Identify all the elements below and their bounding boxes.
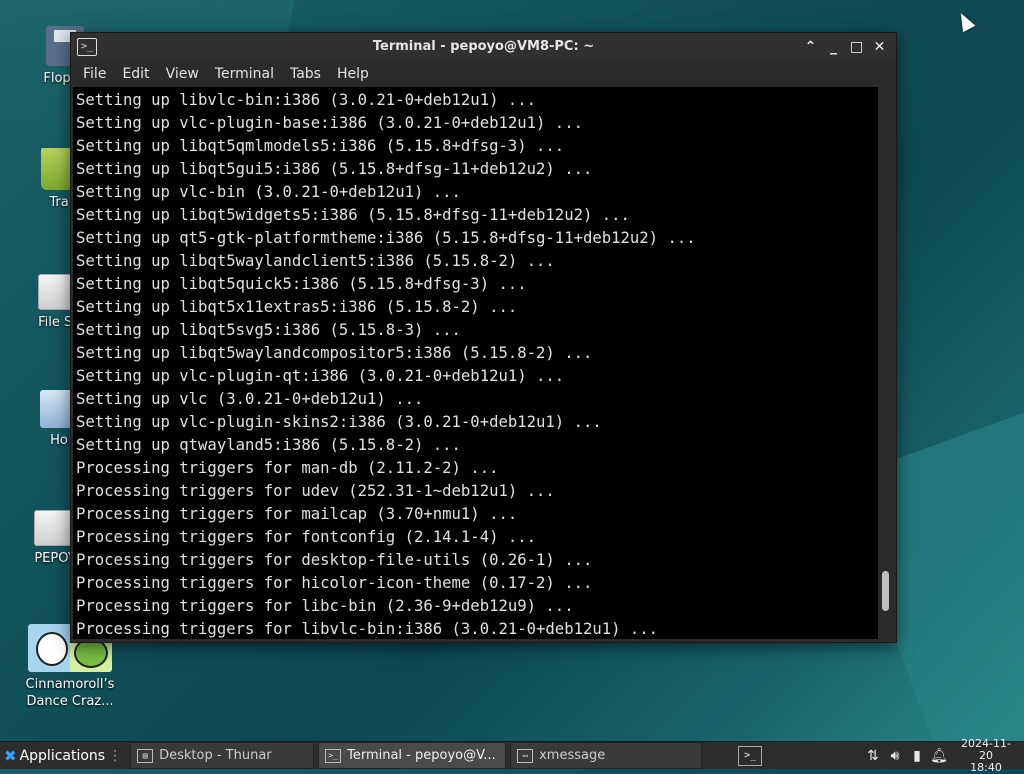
menu-bar: File Edit View Terminal Tabs Help — [71, 61, 896, 87]
applications-label: Applications — [19, 747, 106, 764]
terminal-line: Processing triggers for desktop-file-uti… — [76, 551, 593, 569]
terminal-line: Processing triggers for man-db (2.11.2-2… — [76, 459, 499, 477]
terminal-line: Setting up libqt5quick5:i386 (5.15.8+dfs… — [76, 275, 527, 293]
task-label: Desktop - Thunar — [159, 748, 272, 763]
close-button[interactable]: ✕ — [871, 39, 888, 56]
window-titlebar[interactable]: >_ Terminal - pepoyo@VM8-PC: ~ ⌃ _ □ ✕ — [71, 33, 896, 61]
terminal-line: Setting up libqt5widgets5:i386 (5.15.8+d… — [76, 206, 630, 224]
task-xmessage[interactable]: ▭ xmessage — [510, 742, 703, 769]
terminal-scrollbar[interactable] — [878, 87, 894, 639]
terminal-lines: Setting up libvlc-bin:i386 (3.0.21-0+deb… — [73, 87, 878, 639]
task-label: xmessage — [539, 748, 606, 763]
terminal-line: Setting up qtwayland5:i386 (5.15.8-2) ..… — [76, 436, 461, 454]
terminal-line: Setting up vlc-plugin-skins2:i386 (3.0.2… — [76, 413, 602, 431]
clock-date: 2024-11-20 — [961, 736, 1011, 762]
terminal-line: Setting up vlc (3.0.21-0+deb12u1) ... — [76, 390, 424, 408]
terminal-line: Setting up libqt5svg5:i386 (5.15.8-3) ..… — [76, 321, 461, 339]
maximize-button[interactable]: □ — [848, 39, 865, 56]
terminal-line: Setting up vlc-plugin-qt:i386 (3.0.21-0+… — [76, 367, 565, 385]
terminal-line: Setting up libvlc-bin:i386 (3.0.21-0+deb… — [76, 91, 537, 109]
taskbar: ✖ Applications ⋮ ▤ Desktop - Thunar >_ T… — [0, 737, 1024, 773]
terminal-line: Setting up qt5-gtk-platformtheme:i386 (5… — [76, 229, 696, 247]
system-tray: ⇅ 🔊︎ ▮ 🔔︎ 2024-11-20 18:40 — [862, 737, 1024, 773]
terminal-icon: >_ — [325, 748, 342, 763]
menu-help[interactable]: Help — [329, 61, 377, 87]
task-label: Terminal - pepoyo@V... — [347, 748, 496, 763]
terminal-window: >_ Terminal - pepoyo@VM8-PC: ~ ⌃ _ □ ✕ F… — [70, 32, 897, 643]
terminal-line: Setting up libqt5qmlmodels5:i386 (5.15.8… — [76, 137, 565, 155]
terminal-line: Setting up libqt5waylandclient5:i386 (5.… — [76, 252, 555, 270]
menu-tabs[interactable]: Tabs — [282, 61, 329, 87]
desktop-icon-label: Cinnamoroll’s Dance Craz... — [25, 677, 115, 709]
menu-file[interactable]: File — [75, 61, 114, 87]
terminal-line: Processing triggers for libc-bin (2.36-9… — [76, 597, 574, 615]
shade-button[interactable]: ⌃ — [802, 39, 819, 56]
terminal-line: Processing triggers for udev (252.31-1~d… — [76, 482, 555, 500]
terminal-line: Setting up libqt5gui5:i386 (5.15.8+dfsg-… — [76, 160, 593, 178]
xfce-logo-icon: ✖ — [4, 746, 17, 765]
terminal-launcher-icon[interactable]: >_ — [738, 745, 763, 766]
terminal-line: Setting up vlc-plugin-base:i386 (3.0.21-… — [76, 114, 583, 132]
window-icon: ▭ — [517, 748, 534, 763]
task-terminal[interactable]: >_ Terminal - pepoyo@V... — [318, 742, 507, 769]
applications-menu-button[interactable]: ✖ Applications ⋮ — [0, 742, 126, 769]
minimize-button[interactable]: _ — [825, 39, 842, 56]
terminal-line: Setting up libqt5waylandcompositor5:i386… — [76, 344, 593, 362]
menu-edit[interactable]: Edit — [114, 61, 157, 87]
scrollbar-thumb[interactable] — [882, 571, 889, 611]
terminal-line: Setting up libqt5x11extras5:i386 (5.15.8… — [76, 298, 518, 316]
clock[interactable]: 2024-11-20 18:40 — [956, 736, 1016, 774]
folder-icon: ▤ — [137, 748, 154, 763]
terminal-line: Processing triggers for fontconfig (2.14… — [76, 528, 537, 546]
task-desktop-thunar[interactable]: ▤ Desktop - Thunar — [130, 742, 315, 769]
window-title: Terminal - pepoyo@VM8-PC: ~ — [372, 39, 595, 54]
terminal-line: Processing triggers for hicolor-icon-the… — [76, 574, 593, 592]
menu-view[interactable]: View — [158, 61, 207, 87]
applications-separator: ⋮ — [108, 747, 123, 764]
battery-icon[interactable]: ▮ — [906, 748, 928, 764]
notification-bell-icon[interactable]: 🔔︎ — [928, 748, 950, 764]
mouse-pointer-icon — [954, 9, 976, 33]
terminal-line: Processing triggers for libvlc-bin:i386 … — [76, 620, 659, 638]
terminal-output[interactable]: Setting up libvlc-bin:i386 (3.0.21-0+deb… — [73, 87, 878, 639]
menu-terminal[interactable]: Terminal — [207, 61, 282, 87]
terminal-line: Setting up vlc-bin (3.0.21-0+deb12u1) ..… — [76, 183, 461, 201]
volume-icon[interactable]: 🔊︎ — [884, 748, 906, 764]
network-icon[interactable]: ⇅ — [862, 748, 884, 764]
terminal-line: Processing triggers for mailcap (3.70+nm… — [76, 505, 518, 523]
